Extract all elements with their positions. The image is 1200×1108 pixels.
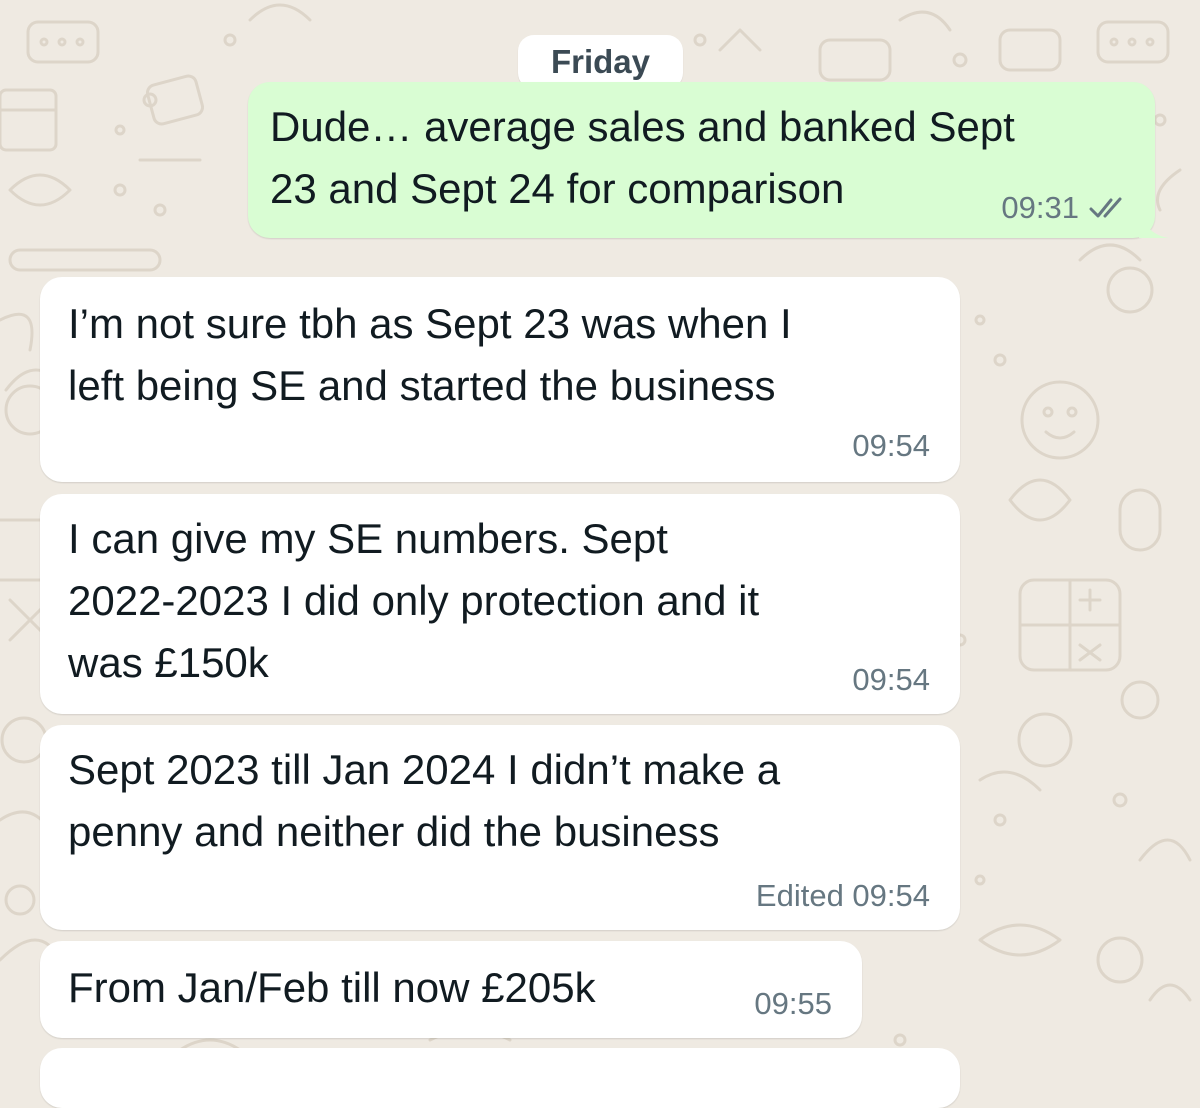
message-bubble-incoming[interactable]: I’m not sure tbh as Sept 23 was when I l… <box>40 277 960 482</box>
message-meta: 09:31 <box>1001 190 1129 226</box>
message-text: From Jan/Feb till now £205k <box>68 964 596 1011</box>
message-time: 09:54 <box>852 662 930 697</box>
message-bubble-incoming[interactable]: From Jan/Feb till now £205k 09:55 <box>40 941 862 1038</box>
bubble-tail <box>1139 212 1169 238</box>
message-meta: Edited 09:54 <box>756 878 930 914</box>
message-bubble-outgoing[interactable]: Dude… average sales and banked Sept 23 a… <box>248 82 1169 238</box>
message-bubble-incoming[interactable]: Sept 2023 till Jan 2024 I didn’t make a … <box>40 725 960 930</box>
message-meta: 09:55 <box>754 986 832 1022</box>
message-text: I can give my SE numbers. Sept 2022-2023… <box>68 515 760 686</box>
message-time: 09:31 <box>1001 190 1079 225</box>
message-time: 09:55 <box>754 986 832 1021</box>
message-time: 09:54 <box>852 428 930 463</box>
message-time: Edited 09:54 <box>755 878 930 913</box>
message-bubble-incoming-partial[interactable] <box>40 1048 960 1108</box>
date-separator-label: Friday <box>550 43 651 80</box>
message-text: Sept 2023 till Jan 2024 I didn’t make a … <box>68 746 781 855</box>
message-bubble-incoming[interactable]: I can give my SE numbers. Sept 2022-2023… <box>40 494 960 714</box>
message-meta: 09:54 <box>852 662 930 698</box>
message-text: Dude… average sales and banked Sept 23 a… <box>270 103 1015 212</box>
message-text: I’m not sure tbh as Sept 23 was when I l… <box>68 300 792 409</box>
double-check-icon <box>1089 197 1122 218</box>
date-separator: Friday <box>518 35 683 89</box>
message-meta: 09:54 <box>852 428 930 464</box>
